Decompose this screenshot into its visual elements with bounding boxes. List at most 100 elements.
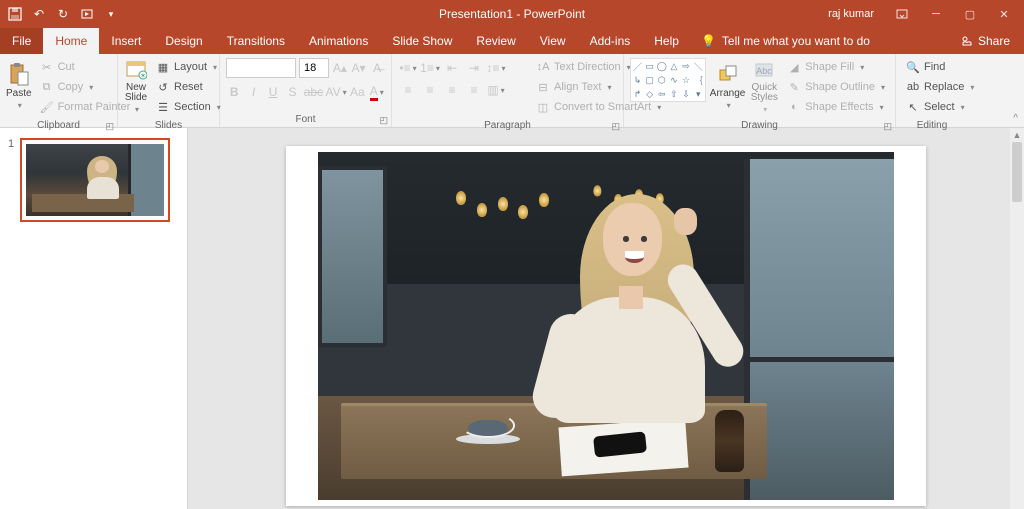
section-button[interactable]: ☰Section (152, 98, 225, 116)
align-center-button[interactable]: ≡ (420, 80, 440, 100)
shape-oval-icon[interactable]: ◯ (656, 60, 667, 73)
replace-icon: ab (906, 80, 920, 94)
undo-icon[interactable]: ↶ (30, 5, 48, 23)
font-launcher[interactable]: ◰ (379, 115, 388, 126)
inserted-image[interactable] (318, 152, 894, 500)
scroll-up-button[interactable]: ▲ (1010, 128, 1024, 142)
shape-arrowu-icon[interactable]: ⇧ (668, 88, 679, 100)
align-left-button[interactable]: ≡ (398, 80, 418, 100)
shape-curve-icon[interactable]: ∿ (668, 74, 679, 87)
find-button[interactable]: 🔍Find (902, 58, 978, 76)
tab-insert[interactable]: Insert (99, 28, 153, 54)
shadow-button[interactable]: S (284, 82, 300, 102)
title-bar: ↶ ↻ ▾ Presentation1 - PowerPoint raj kum… (0, 0, 1024, 28)
numbering-button[interactable]: 1≡ (420, 58, 440, 78)
shape-triangle-icon[interactable]: △ (668, 60, 679, 73)
smartart-icon: ◫ (536, 100, 550, 114)
shape-arrowl-icon[interactable]: ⇦ (656, 88, 667, 100)
arrange-button[interactable]: Arrange (710, 58, 746, 114)
replace-button[interactable]: abReplace (902, 78, 978, 96)
tab-view[interactable]: View (528, 28, 578, 54)
paste-button[interactable]: Paste (6, 58, 32, 114)
shape-conn1-icon[interactable]: ↳ (632, 74, 643, 87)
tab-review[interactable]: Review (464, 28, 527, 54)
maximize-button[interactable]: ▢ (954, 0, 986, 28)
shape-diamond-icon[interactable]: ◇ (644, 88, 655, 100)
bullets-button[interactable]: •≡ (398, 58, 418, 78)
shape-brace-icon[interactable]: ｛ (693, 74, 704, 87)
shape-conn2-icon[interactable]: ↱ (632, 88, 643, 100)
shape-roundrect-icon[interactable]: ▢ (644, 74, 655, 87)
change-case-button[interactable]: Aa (349, 82, 365, 102)
strike-button[interactable]: abc (304, 82, 323, 102)
share-button[interactable]: Share (947, 28, 1024, 54)
group-slides: ✶ New Slide ▦Layout ↺Reset ☰Section Slid… (118, 54, 220, 127)
char-spacing-button[interactable]: AV (326, 82, 346, 102)
shape-star-icon[interactable]: ☆ (681, 74, 692, 87)
shape-line2-icon[interactable]: ＼ (693, 60, 704, 73)
shape-arrow-icon[interactable]: ⇨ (681, 60, 692, 73)
align-right-button[interactable]: ≡ (442, 80, 462, 100)
group-label-font: Font (295, 114, 315, 125)
slide-canvas[interactable] (286, 146, 926, 506)
bold-button[interactable]: B (226, 82, 242, 102)
save-icon[interactable] (6, 5, 24, 23)
collapse-ribbon-button[interactable]: ^ (1013, 113, 1018, 124)
user-name[interactable]: raj kumar (828, 8, 874, 20)
clear-formatting-button[interactable]: A̶ (369, 58, 385, 78)
columns-button[interactable]: ▥ (486, 80, 506, 100)
redo-icon[interactable]: ↻ (54, 5, 72, 23)
grow-font-button[interactable]: A▴ (332, 58, 348, 78)
qat-more-icon[interactable]: ▾ (102, 5, 120, 23)
vertical-scrollbar[interactable]: ▲ (1010, 128, 1024, 509)
font-size-input[interactable] (299, 58, 329, 78)
quick-styles-button[interactable]: Abc Quick Styles (749, 58, 779, 114)
scrollbar-thumb[interactable] (1012, 142, 1022, 202)
start-from-beginning-icon[interactable] (78, 5, 96, 23)
paste-icon (7, 62, 31, 86)
slide-thumbnail-1[interactable]: 1 (8, 138, 179, 222)
ribbon-options-icon[interactable] (886, 0, 918, 28)
thumbnail-image (26, 144, 164, 216)
shape-rect-icon[interactable]: ▭ (644, 60, 655, 73)
slide-thumbnail-pane[interactable]: 1 (0, 128, 188, 509)
shape-hex-icon[interactable]: ⬡ (656, 74, 667, 87)
decrease-indent-button[interactable]: ⇤ (442, 58, 462, 78)
tab-transitions[interactable]: Transitions (215, 28, 297, 54)
tab-design[interactable]: Design (153, 28, 214, 54)
shrink-font-button[interactable]: A▾ (351, 58, 367, 78)
shape-fill-button[interactable]: ◢Shape Fill (783, 58, 889, 76)
shape-effects-button[interactable]: ◐Shape Effects (783, 98, 889, 116)
shape-outline-button[interactable]: ✎Shape Outline (783, 78, 889, 96)
new-slide-button[interactable]: ✶ New Slide (124, 58, 148, 114)
underline-button[interactable]: U (265, 82, 281, 102)
shapes-gallery[interactable]: ／▭◯△⇨＼ ↳▢⬡∿☆｛ ↱◇⇦⇧⇩▾ (630, 58, 706, 102)
minimize-button[interactable]: ─ (920, 0, 952, 28)
shape-arrowd-icon[interactable]: ⇩ (681, 88, 692, 100)
tab-home[interactable]: Home (43, 28, 99, 54)
font-color-button[interactable]: A (369, 82, 385, 102)
svg-text:✶: ✶ (140, 72, 146, 80)
close-button[interactable]: ✕ (988, 0, 1020, 28)
select-button[interactable]: ↖Select (902, 98, 978, 116)
font-name-input[interactable] (226, 58, 296, 78)
group-drawing: ／▭◯△⇨＼ ↳▢⬡∿☆｛ ↱◇⇦⇧⇩▾ Arrange Abc Quick S… (624, 54, 896, 127)
workspace: 1 (0, 128, 1024, 509)
italic-button[interactable]: I (245, 82, 261, 102)
line-spacing-button[interactable]: ↕≡ (486, 58, 506, 78)
tab-addins[interactable]: Add-ins (578, 28, 643, 54)
increase-indent-button[interactable]: ⇥ (464, 58, 484, 78)
justify-button[interactable]: ≡ (464, 80, 484, 100)
shape-more-icon[interactable]: ▾ (693, 88, 704, 100)
tab-help[interactable]: Help (642, 28, 691, 54)
layout-button[interactable]: ▦Layout (152, 58, 225, 76)
group-font: A▴ A▾ A̶ B I U S abc AV Aa A Font ◰ (220, 54, 392, 127)
tab-animations[interactable]: Animations (297, 28, 380, 54)
slide-editor[interactable]: ▲ (188, 128, 1024, 509)
clipboard-launcher[interactable]: ◰ (105, 121, 114, 132)
tab-file[interactable]: File (0, 28, 43, 54)
tell-me-search[interactable]: 💡 Tell me what you want to do (691, 28, 880, 54)
shape-line-icon[interactable]: ／ (632, 60, 643, 73)
tab-slideshow[interactable]: Slide Show (380, 28, 464, 54)
reset-button[interactable]: ↺Reset (152, 78, 225, 96)
